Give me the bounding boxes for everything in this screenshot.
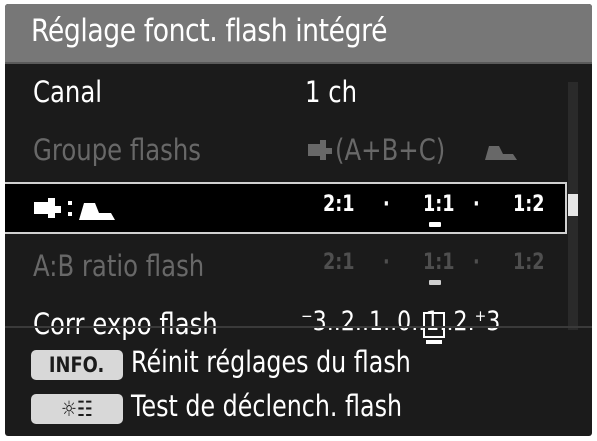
menu-header: Réglage fonct. flash intégré <box>5 4 592 64</box>
info-hint-text: Réinit réglages du flash <box>131 345 411 379</box>
menu-item-groupe-flashs: Groupe flashs (A+B+C) <box>5 126 565 174</box>
menu-item-label: A:B ratio flash <box>33 249 205 283</box>
menu-item-ab-ratio: A:B ratio flash 2:1 · 1:1 · 1:2 <box>5 242 565 290</box>
menu-item-value: (A+B+C) <box>335 133 446 167</box>
ratio-indicator <box>429 280 441 285</box>
ratio-indicator <box>429 222 441 227</box>
exposure-indicator <box>426 340 442 344</box>
ratio-scale: 2:1 · 1:1 · 1:2 <box>323 192 545 227</box>
menu-item-flash-ratio[interactable]: 2:1 · 1:1 · 1:2 <box>5 182 567 234</box>
menu-item-corr-expo-flash[interactable]: Corr expo flash ⁻3..2..1..0..1..2.⁺3 <box>5 300 565 348</box>
ratio-tick-label: 1:1 <box>423 192 455 217</box>
menu-item-canal[interactable]: Canal 1 ch <box>5 68 565 116</box>
ratio-tick-label: 1:2 <box>513 250 545 275</box>
exposure-current-box <box>423 312 445 338</box>
colon-separator <box>67 196 73 220</box>
info-button-badge: INFO. <box>31 350 123 380</box>
test-flash-icon: ☼☷ <box>60 397 94 421</box>
info-button-label: INFO. <box>49 353 105 377</box>
ratio-dot: · <box>383 192 390 217</box>
page-title: Réglage fonct. flash intégré <box>31 13 388 49</box>
menu-item-label: Groupe flashs <box>33 133 201 167</box>
slave-flash-icon <box>483 140 519 162</box>
camera-menu-screen: Réglage fonct. flash intégré Canal 1 ch … <box>5 4 592 436</box>
menu-item-value: 1 ch <box>305 75 358 109</box>
ratio-dot: · <box>473 192 480 217</box>
ratio-tick-label: 1:2 <box>513 192 545 217</box>
master-flash-icon <box>307 138 333 162</box>
slave-flash-icon <box>77 196 117 222</box>
test-flash-button-badge: ☼☷ <box>31 394 123 424</box>
test-hint-text: Test de déclench. flash <box>131 389 403 423</box>
scrollbar-thumb[interactable] <box>568 194 578 216</box>
ratio-dot: · <box>473 250 480 275</box>
ratio-tick-label: 2:1 <box>323 192 355 217</box>
ratio-tick-label: 2:1 <box>323 250 355 275</box>
ratio-tick-label: 1:1 <box>423 250 455 275</box>
ratio-dot: · <box>383 250 390 275</box>
menu-item-label: Canal <box>33 75 103 109</box>
exposure-scale: ⁻3..2..1..0..1..2.⁺3 <box>301 306 541 344</box>
menu-item-label: Corr expo flash <box>33 307 218 341</box>
exposure-scale-text: ⁻3..2..1..0..1..2.⁺3 <box>301 306 501 337</box>
ratio-scale: 2:1 · 1:1 · 1:2 <box>323 250 545 285</box>
divider <box>5 326 592 328</box>
master-flash-icon <box>33 196 63 220</box>
